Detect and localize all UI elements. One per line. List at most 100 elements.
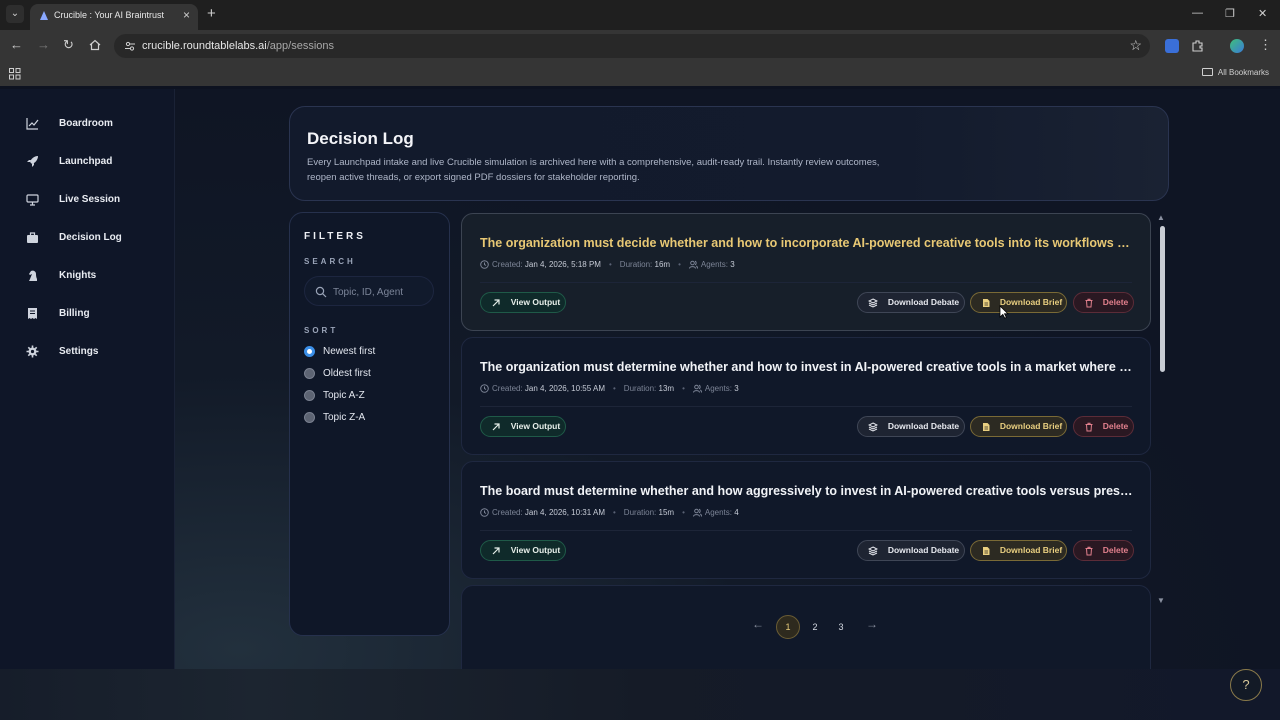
download-debate-label: Download Debate bbox=[887, 545, 960, 555]
sort-option-oldest[interactable]: Oldest first bbox=[304, 366, 424, 382]
radio-unchecked-icon[interactable] bbox=[304, 368, 315, 379]
sidebar-item-boardroom[interactable]: Boardroom bbox=[26, 114, 166, 134]
delete-label: Delete bbox=[1102, 297, 1129, 307]
scroll-up-icon[interactable]: ▲ bbox=[1157, 213, 1165, 222]
view-output-label: View Output bbox=[510, 421, 561, 431]
sidebar: Boardroom Launchpad Live Session Decisio… bbox=[0, 89, 175, 669]
page-button-3[interactable]: 3 bbox=[829, 615, 853, 639]
restore-icon[interactable]: ❐ bbox=[1225, 7, 1235, 20]
session-card[interactable]: The board must determine whether and how… bbox=[461, 461, 1151, 579]
footer-strip bbox=[0, 669, 1280, 720]
filters-title: FILTERS bbox=[304, 231, 366, 242]
radio-checked-icon[interactable] bbox=[304, 346, 315, 357]
download-debate-button[interactable]: Download Debate bbox=[857, 292, 965, 313]
delete-label: Delete bbox=[1102, 421, 1129, 431]
new-tab-icon[interactable]: + bbox=[207, 6, 216, 22]
profile-avatar[interactable] bbox=[1230, 39, 1244, 53]
folder-icon bbox=[1201, 68, 1213, 76]
radio-unchecked-icon[interactable] bbox=[304, 412, 315, 423]
trash-icon bbox=[1085, 422, 1093, 432]
view-output-button[interactable]: View Output bbox=[480, 292, 566, 313]
site-info-icon[interactable] bbox=[124, 40, 136, 52]
browser-menu-icon[interactable]: ⋮ bbox=[1259, 38, 1272, 52]
page-button-2[interactable]: 2 bbox=[803, 615, 827, 639]
chart-line-icon bbox=[26, 118, 39, 130]
scrollbar-thumb[interactable] bbox=[1160, 226, 1165, 372]
page-button-1[interactable]: 1 bbox=[776, 615, 800, 639]
sort-option-label: Oldest first bbox=[323, 368, 371, 379]
search-box[interactable] bbox=[304, 276, 434, 306]
file-icon bbox=[983, 547, 990, 555]
layers-icon bbox=[868, 298, 878, 308]
users-icon bbox=[692, 384, 702, 393]
card-divider bbox=[480, 406, 1132, 407]
briefcase-icon bbox=[27, 232, 38, 243]
agents-label: Agents: bbox=[704, 384, 733, 393]
session-card[interactable]: The organization must determine whether … bbox=[461, 337, 1151, 455]
layers-icon bbox=[868, 546, 878, 556]
session-meta: Created: Jan 4, 2026, 10:55 AM • Duration:… bbox=[480, 384, 739, 393]
session-title[interactable]: The organization must decide whether and… bbox=[480, 236, 1135, 250]
sort-option-topic-az[interactable]: Topic A-Z bbox=[304, 388, 424, 404]
delete-button[interactable]: Delete bbox=[1073, 292, 1134, 313]
apps-grid-icon[interactable] bbox=[9, 68, 21, 80]
tab-search-dropdown-icon[interactable]: ⌄ bbox=[6, 5, 24, 23]
all-bookmarks-button[interactable]: All Bookmarks bbox=[1201, 68, 1269, 77]
sort-option-label: Topic Z-A bbox=[323, 412, 366, 423]
scroll-down-icon[interactable]: ▼ bbox=[1157, 596, 1165, 605]
view-output-button[interactable]: View Output bbox=[480, 540, 566, 561]
file-icon bbox=[983, 423, 990, 431]
reload-icon[interactable]: ↻ bbox=[63, 38, 74, 52]
delete-button[interactable]: Delete bbox=[1073, 416, 1134, 437]
browser-tab[interactable]: Crucible : Your AI Braintrust × bbox=[30, 4, 198, 30]
bookmark-star-icon[interactable]: ☆ bbox=[1129, 37, 1142, 54]
sidebar-item-label: Billing bbox=[59, 308, 90, 319]
download-debate-button[interactable]: Download Debate bbox=[857, 540, 965, 561]
download-brief-button[interactable]: Download Brief bbox=[970, 292, 1067, 313]
created-label: Created: bbox=[492, 384, 523, 393]
session-title[interactable]: The organization must determine whether … bbox=[480, 360, 1135, 374]
delete-button[interactable]: Delete bbox=[1073, 540, 1134, 561]
trash-icon bbox=[1085, 546, 1093, 556]
back-icon[interactable]: ← bbox=[10, 38, 23, 52]
download-brief-button[interactable]: Download Brief bbox=[970, 540, 1067, 561]
tab-close-icon[interactable]: × bbox=[183, 8, 190, 22]
view-output-button[interactable]: View Output bbox=[480, 416, 566, 437]
users-icon bbox=[692, 508, 702, 517]
home-icon[interactable] bbox=[89, 39, 101, 51]
browser-tab-bar: ⌄ Crucible : Your AI Braintrust × + — ❐ … bbox=[0, 0, 1280, 30]
browser-toolbar: ← → ↻ crucible.roundtablelabs.ai/app/ses… bbox=[0, 30, 1280, 62]
question-icon: ? bbox=[1242, 677, 1250, 692]
close-window-icon[interactable]: ✕ bbox=[1258, 7, 1267, 20]
sidebar-item-launchpad[interactable]: Launchpad bbox=[26, 152, 166, 172]
forward-icon[interactable]: → bbox=[37, 38, 50, 52]
radio-unchecked-icon[interactable] bbox=[304, 390, 315, 401]
sidebar-item-decision-log[interactable]: Decision Log bbox=[26, 228, 166, 248]
prev-page-icon[interactable]: ← bbox=[752, 617, 764, 631]
sidebar-item-label: Decision Log bbox=[59, 232, 122, 243]
address-bar[interactable]: crucible.roundtablelabs.ai/app/sessions … bbox=[114, 34, 1150, 58]
minimize-icon[interactable]: — bbox=[1192, 7, 1203, 19]
download-debate-button[interactable]: Download Debate bbox=[857, 416, 965, 437]
agents-label: Agents: bbox=[704, 508, 733, 517]
page-title: Decision Log bbox=[307, 129, 414, 148]
file-icon bbox=[983, 299, 990, 307]
session-card[interactable]: The organization must decide whether and… bbox=[461, 213, 1151, 331]
agents-label: Agents: bbox=[700, 260, 729, 269]
sort-option-newest[interactable]: Newest first bbox=[304, 344, 424, 360]
help-button[interactable]: ? bbox=[1230, 669, 1262, 701]
sidebar-item-live-session[interactable]: Live Session bbox=[26, 190, 166, 210]
sidebar-item-billing[interactable]: Billing bbox=[26, 304, 166, 324]
clock-icon bbox=[480, 260, 489, 269]
sidebar-item-settings[interactable]: Settings bbox=[26, 342, 166, 362]
card-divider bbox=[480, 282, 1132, 283]
sort-option-topic-za[interactable]: Topic Z-A bbox=[304, 410, 424, 426]
extensions-puzzle-icon[interactable] bbox=[1191, 39, 1205, 53]
session-title[interactable]: The board must determine whether and how… bbox=[480, 484, 1135, 498]
sidebar-item-knights[interactable]: Knights bbox=[26, 266, 166, 286]
view-output-label: View Output bbox=[510, 545, 561, 555]
extension-icon[interactable] bbox=[1165, 39, 1179, 53]
download-brief-button[interactable]: Download Brief bbox=[970, 416, 1067, 437]
next-page-icon[interactable]: → bbox=[866, 617, 878, 631]
search-input[interactable] bbox=[333, 283, 431, 301]
